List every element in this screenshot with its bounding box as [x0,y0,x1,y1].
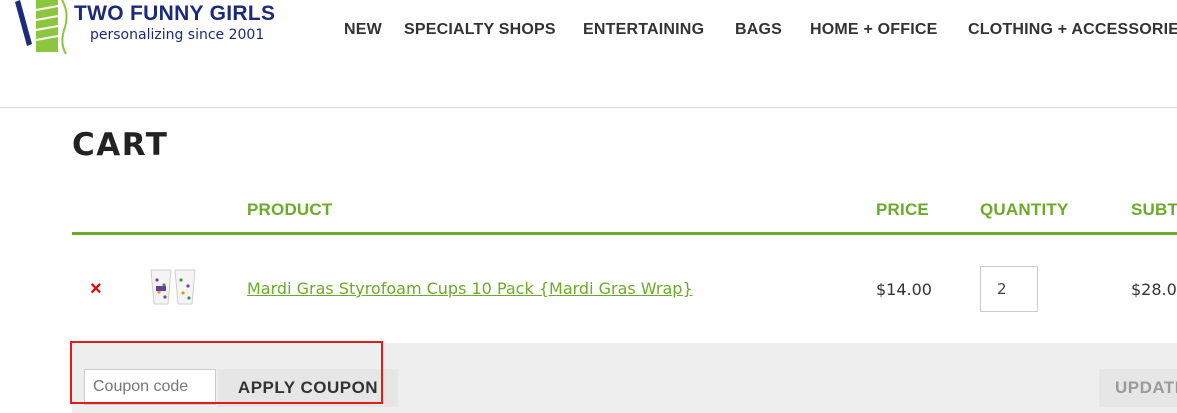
nav-item-home-office[interactable]: HOME + OFFICE [810,21,938,39]
item-price: $14.00 [876,280,932,299]
quantity-input[interactable] [980,266,1038,312]
styrofoam-cups-icon[interactable] [148,266,200,306]
apply-coupon-button[interactable]: APPLY COUPON [218,369,398,407]
item-subtotal: $28.00 [1131,280,1177,299]
remove-item-icon[interactable]: × [90,279,102,299]
column-header-price: PRICE [876,200,929,219]
nav-item-clothing-accessories[interactable]: CLOTHING + ACCESSORIES [968,21,1177,39]
update-cart-button[interactable]: UPDATE CART [1099,369,1177,407]
nav-item-entertaining[interactable]: ENTERTAINING [583,21,704,39]
site-header: TWO FUNNY GIRLS personalizing since 2001… [0,0,1177,108]
logo-title: TWO FUNNY GIRLS [74,2,276,25]
logo-mark-icon [15,0,68,55]
page-title: CART [72,127,169,163]
coupon-code-input[interactable] [84,369,216,405]
column-header-product: PRODUCT [247,200,333,219]
product-name-link[interactable]: Mardi Gras Styrofoam Cups 10 Pack {Mardi… [247,279,693,298]
nav-item-bags[interactable]: BAGS [735,21,782,39]
nav-item-new[interactable]: NEW [344,21,382,39]
site-logo[interactable]: TWO FUNNY GIRLS personalizing since 2001 [0,0,290,60]
nav-item-specialty-shops[interactable]: SPECIALTY SHOPS [404,21,556,39]
column-header-quantity: QUANTITY [980,200,1069,219]
table-header-divider [72,232,1177,235]
logo-tagline: personalizing since 2001 [90,27,265,43]
column-header-subtotal: SUBTOTAL [1131,200,1177,219]
